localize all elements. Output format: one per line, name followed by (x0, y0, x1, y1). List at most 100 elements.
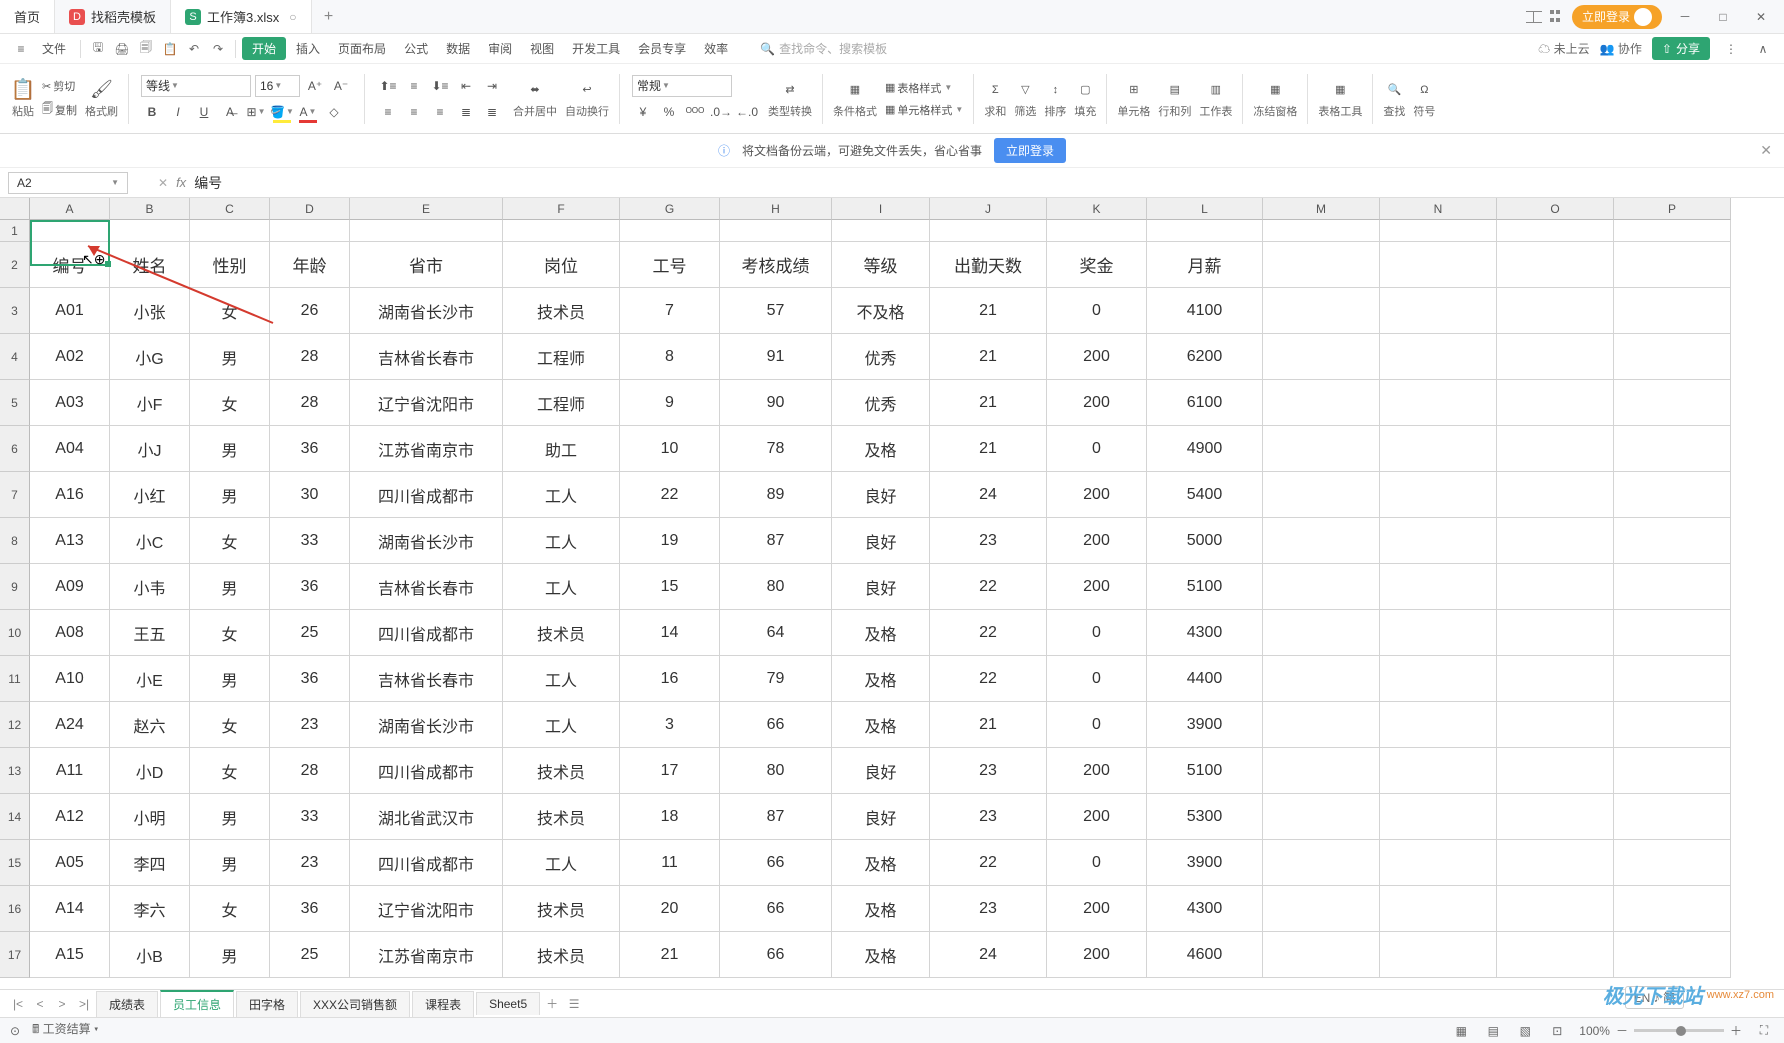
indent-inc-icon[interactable]: ⇥ (481, 75, 503, 97)
data-cell[interactable] (1497, 518, 1614, 564)
decrease-font-icon[interactable]: A⁻ (330, 75, 352, 97)
data-cell[interactable]: 15 (620, 564, 720, 610)
data-cell[interactable] (1263, 518, 1380, 564)
data-cell[interactable]: 良好 (832, 564, 930, 610)
data-cell[interactable]: 200 (1047, 334, 1147, 380)
data-cell[interactable]: 21 (930, 380, 1047, 426)
sheet-tab-2[interactable]: 田字格 (236, 991, 298, 1017)
data-cell[interactable]: 23 (930, 518, 1047, 564)
number-format-select[interactable]: 常规▼ (632, 75, 732, 97)
data-cell[interactable]: 工人 (503, 518, 620, 564)
data-cell[interactable]: 辽宁省沈阳市 (350, 380, 503, 426)
data-cell[interactable]: 0 (1047, 840, 1147, 886)
paste-icon-small[interactable]: 📋 (159, 38, 181, 60)
calc-indicator[interactable]: 🖩 工资结算 ▾ (32, 1020, 98, 1041)
data-cell[interactable]: A01 (30, 288, 110, 334)
row-header-7[interactable]: 7 (0, 472, 30, 518)
header-cell[interactable] (1497, 242, 1614, 288)
sum-button[interactable]: Σ求和 (980, 64, 1010, 133)
type-convert[interactable]: ⇄类型转换 (764, 64, 816, 133)
data-cell[interactable] (1263, 840, 1380, 886)
spreadsheet-grid[interactable]: ABCDEFGHIJKLMNOP12编号姓名性别年龄省市岗位工号考核成绩等级出勤… (0, 198, 1784, 989)
header-cell[interactable]: 等级 (832, 242, 930, 288)
row-header-6[interactable]: 6 (0, 426, 30, 472)
data-cell[interactable]: 江苏省南京市 (350, 426, 503, 472)
data-cell[interactable]: 5100 (1147, 748, 1263, 794)
data-cell[interactable]: 小红 (110, 472, 190, 518)
data-cell[interactable]: 28 (270, 334, 350, 380)
data-cell[interactable]: 女 (190, 288, 270, 334)
collapse-ribbon-icon[interactable]: ∧ (1752, 38, 1774, 60)
menu-insert[interactable]: 插入 (288, 36, 328, 61)
fill-color-button[interactable]: 🪣▼ (271, 101, 293, 123)
name-box[interactable]: A2▼ (8, 172, 128, 194)
data-cell[interactable]: 23 (930, 886, 1047, 932)
data-cell[interactable]: 4300 (1147, 610, 1263, 656)
data-cell[interactable] (1497, 886, 1614, 932)
symbol-button[interactable]: Ω符号 (1409, 64, 1439, 133)
data-cell[interactable]: 良好 (832, 472, 930, 518)
data-cell[interactable]: 25 (270, 610, 350, 656)
sheet-tab-4[interactable]: 课程表 (412, 991, 474, 1017)
data-cell[interactable]: 湖南省长沙市 (350, 702, 503, 748)
tab-close-icon[interactable]: ○ (289, 10, 296, 24)
data-cell[interactable]: 23 (270, 702, 350, 748)
share-button[interactable]: ⇧ 分享 (1652, 37, 1710, 60)
cell[interactable] (503, 220, 620, 242)
border-button[interactable]: ⊞▼ (245, 101, 267, 123)
data-cell[interactable] (1380, 426, 1497, 472)
row-header-9[interactable]: 9 (0, 564, 30, 610)
record-icon[interactable]: ⊙ (10, 1024, 20, 1038)
data-cell[interactable]: 11 (620, 840, 720, 886)
data-cell[interactable]: 0 (1047, 702, 1147, 748)
data-cell[interactable]: 22 (620, 472, 720, 518)
data-cell[interactable]: 80 (720, 748, 832, 794)
data-cell[interactable]: 吉林省长春市 (350, 656, 503, 702)
col-header-G[interactable]: G (620, 198, 720, 220)
data-cell[interactable]: 21 (620, 932, 720, 978)
tabletool-button[interactable]: ▦表格工具 (1314, 64, 1366, 133)
data-cell[interactable]: 200 (1047, 748, 1147, 794)
header-cell[interactable]: 岗位 (503, 242, 620, 288)
underline-button[interactable]: U (193, 101, 215, 123)
menu-view[interactable]: 视图 (522, 36, 562, 61)
data-cell[interactable]: A16 (30, 472, 110, 518)
data-cell[interactable]: 助工 (503, 426, 620, 472)
row-header-15[interactable]: 15 (0, 840, 30, 886)
data-cell[interactable]: 女 (190, 518, 270, 564)
data-cell[interactable]: 辽宁省沈阳市 (350, 886, 503, 932)
data-cell[interactable]: 小韦 (110, 564, 190, 610)
data-cell[interactable]: 16 (620, 656, 720, 702)
data-cell[interactable]: 江苏省南京市 (350, 932, 503, 978)
data-cell[interactable]: 64 (720, 610, 832, 656)
data-cell[interactable]: 良好 (832, 518, 930, 564)
sheet-nav-next[interactable]: > (52, 994, 72, 1014)
coop-button[interactable]: 👥 协作 (1600, 40, 1642, 57)
data-cell[interactable]: 及格 (832, 610, 930, 656)
table-style-button[interactable]: ▦ 表格样式▼ (881, 78, 967, 98)
data-cell[interactable]: 66 (720, 932, 832, 978)
data-cell[interactable]: 7 (620, 288, 720, 334)
data-cell[interactable]: 200 (1047, 794, 1147, 840)
data-cell[interactable] (1263, 288, 1380, 334)
header-cell[interactable]: 性别 (190, 242, 270, 288)
zoom-slider-track[interactable] (1634, 1029, 1724, 1032)
data-cell[interactable]: 21 (930, 334, 1047, 380)
orientation-icon[interactable]: ≣ (481, 101, 503, 123)
tab-home[interactable]: 首页 (0, 0, 55, 33)
col-header-H[interactable]: H (720, 198, 832, 220)
data-cell[interactable]: A11 (30, 748, 110, 794)
data-cell[interactable] (1380, 702, 1497, 748)
data-cell[interactable]: 66 (720, 886, 832, 932)
font-name-select[interactable]: 等线▼ (141, 75, 251, 97)
filter-button[interactable]: ▽筛选 (1010, 64, 1040, 133)
undo-icon[interactable]: ↶ (183, 38, 205, 60)
bold-button[interactable]: B (141, 101, 163, 123)
font-size-select[interactable]: 16▼ (255, 75, 300, 97)
apps-icon[interactable] (1550, 10, 1564, 24)
data-cell[interactable] (1497, 472, 1614, 518)
wrap-text[interactable]: ↩自动换行 (561, 64, 613, 133)
fill-button[interactable]: ▢填充 (1070, 64, 1100, 133)
cell[interactable] (190, 220, 270, 242)
data-cell[interactable]: 28 (270, 380, 350, 426)
